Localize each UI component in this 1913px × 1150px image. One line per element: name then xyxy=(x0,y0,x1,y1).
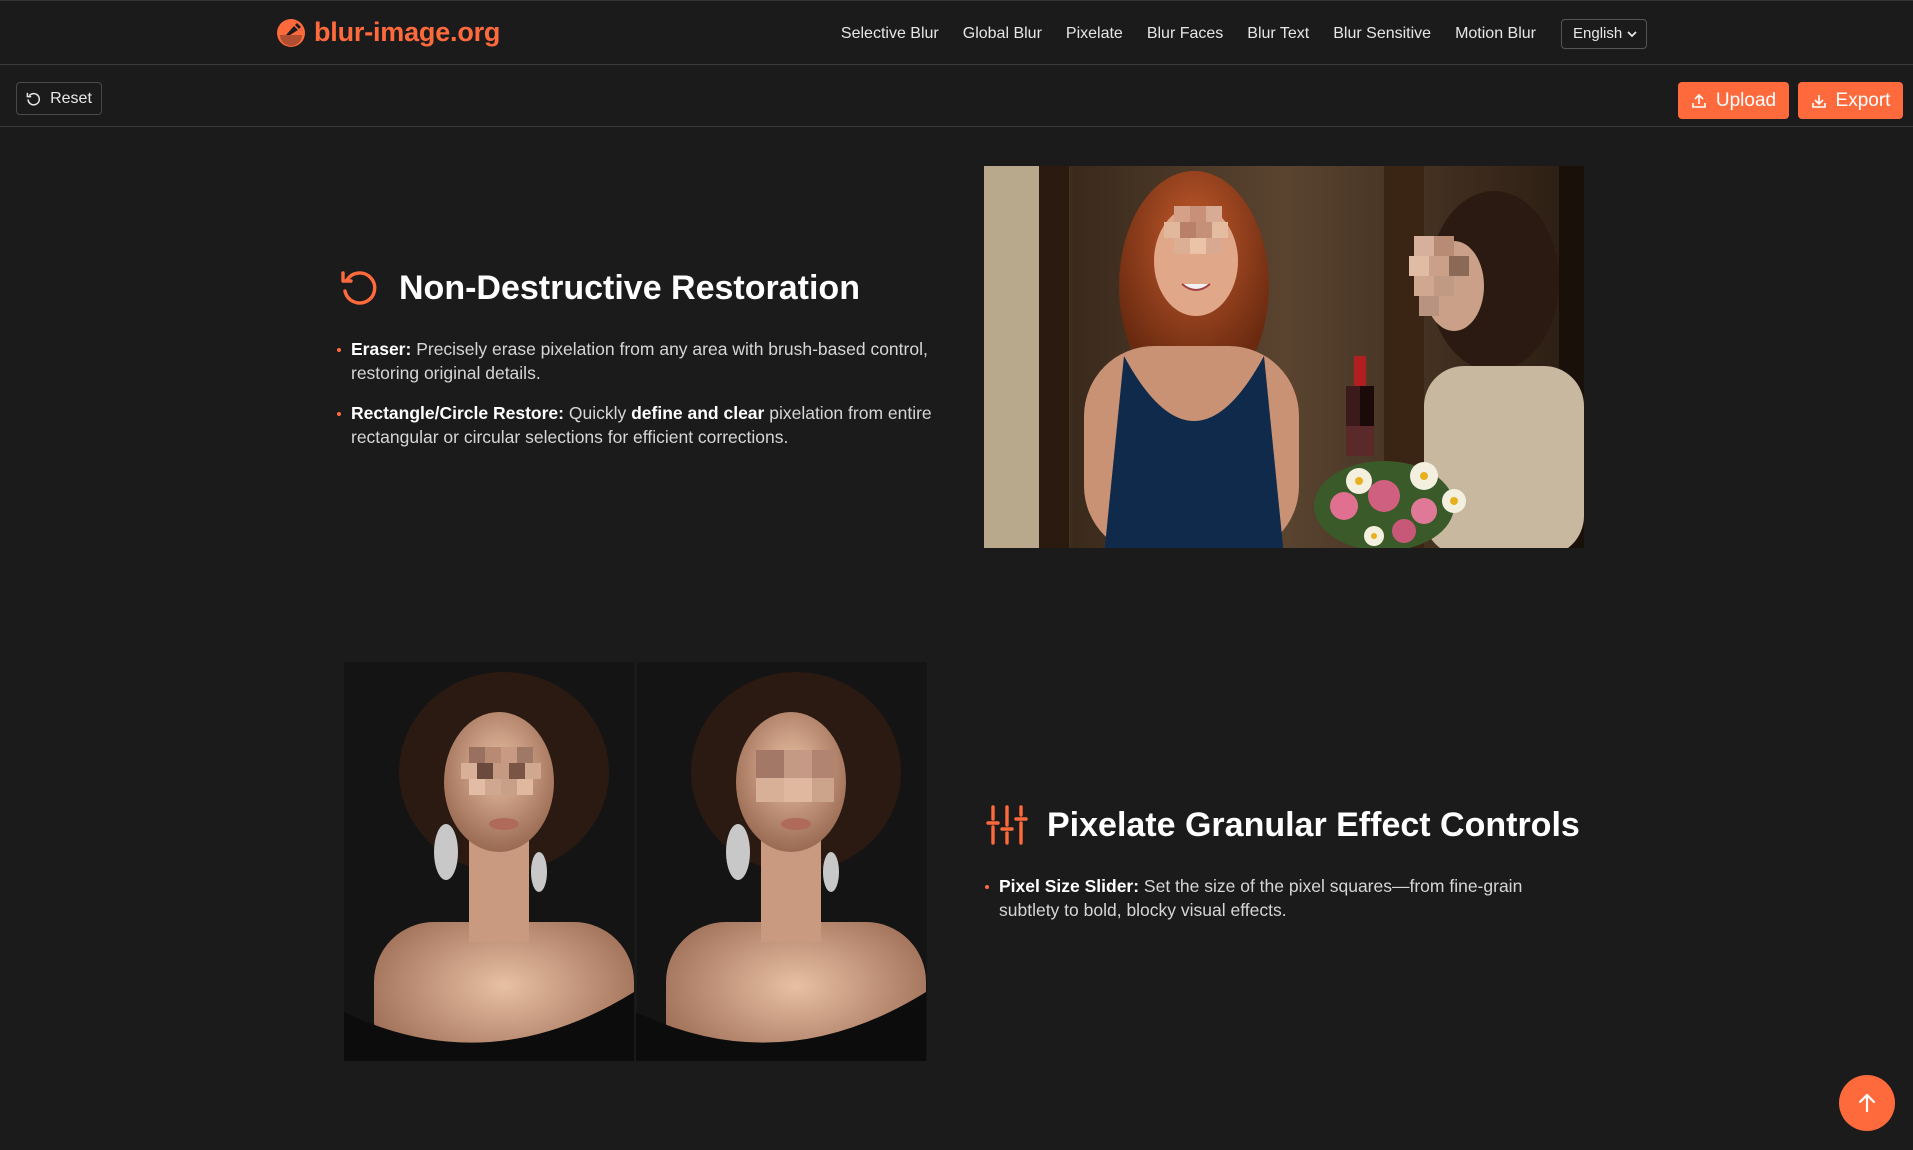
language-select[interactable]: English xyxy=(1561,18,1647,49)
upload-button[interactable]: Upload xyxy=(1678,82,1789,119)
reset-label: Reset xyxy=(50,89,92,107)
chevron-down-icon xyxy=(1627,30,1637,37)
brand-name: blur-image.org xyxy=(314,17,501,47)
top-navigation: blur-image.org Selective Blur Global Blu… xyxy=(0,0,1913,65)
export-button[interactable]: Export xyxy=(1798,82,1903,119)
nav-link-blur-faces[interactable]: Blur Faces xyxy=(1147,25,1223,43)
download-icon xyxy=(1811,94,1826,108)
fine-pixelation xyxy=(461,747,541,795)
arrow-up-icon xyxy=(1858,1093,1876,1113)
upload-icon xyxy=(1692,93,1706,108)
feature-heading-restoration: Non-Destructive Restoration xyxy=(337,266,860,310)
feature-bullets-restoration: Eraser: Precisely erase pixelation from … xyxy=(336,337,936,465)
demo-photo-two-women xyxy=(984,166,1584,548)
feature-title: Non-Destructive Restoration xyxy=(399,268,860,307)
language-value: English xyxy=(1573,25,1623,42)
export-label: Export xyxy=(1835,89,1891,111)
pixelate-comparison-image xyxy=(344,662,927,1061)
bullet-rectangle-restore: Rectangle/Circle Restore: Quickly define… xyxy=(336,401,936,449)
restore-icon xyxy=(341,271,377,305)
reset-button[interactable]: Reset xyxy=(16,82,102,115)
editor-toolbar: Reset Upload Export xyxy=(0,65,1913,127)
bullet-term: Pixel Size Slider: xyxy=(999,876,1140,896)
demo-photo-comparison xyxy=(344,662,927,1061)
bullet-term: Rectangle/Circle Restore: xyxy=(351,403,564,423)
bullet-text: Precisely erase pixelation from any area… xyxy=(351,339,928,383)
feature-title: Pixelate Granular Effect Controls xyxy=(1047,805,1580,844)
nav-link-blur-sensitive[interactable]: Blur Sensitive xyxy=(1333,25,1431,43)
bold-pixelation xyxy=(756,750,834,802)
feature-heading-pixelate-controls: Pixelate Granular Effect Controls xyxy=(985,803,1580,847)
bullet-term: Eraser: xyxy=(351,339,412,359)
bullet-text: Quickly xyxy=(564,403,632,423)
nav-link-selective-blur[interactable]: Selective Blur xyxy=(841,25,939,43)
sliders-icon xyxy=(986,805,1028,845)
nav-link-pixelate[interactable]: Pixelate xyxy=(1066,25,1123,43)
nav-link-blur-text[interactable]: Blur Text xyxy=(1247,25,1309,43)
upload-label: Upload xyxy=(1715,89,1777,111)
feature-bullets-pixelate: Pixel Size Slider: Set the size of the p… xyxy=(984,874,1584,938)
restoration-demo-image xyxy=(984,166,1584,548)
nav-link-motion-blur[interactable]: Motion Blur xyxy=(1455,25,1536,43)
reset-icon xyxy=(26,92,41,106)
nav-links: Selective Blur Global Blur Pixelate Blur… xyxy=(817,1,1647,66)
nav-link-global-blur[interactable]: Global Blur xyxy=(963,25,1042,43)
bullet-emphasis: define and clear xyxy=(631,403,765,423)
bullet-pixel-size-slider: Pixel Size Slider: Set the size of the p… xyxy=(984,874,1584,922)
brand-logo[interactable]: blur-image.org xyxy=(276,17,500,48)
logo-icon xyxy=(277,18,305,47)
scroll-to-top-button[interactable] xyxy=(1839,1075,1895,1131)
bullet-eraser: Eraser: Precisely erase pixelation from … xyxy=(336,337,936,385)
